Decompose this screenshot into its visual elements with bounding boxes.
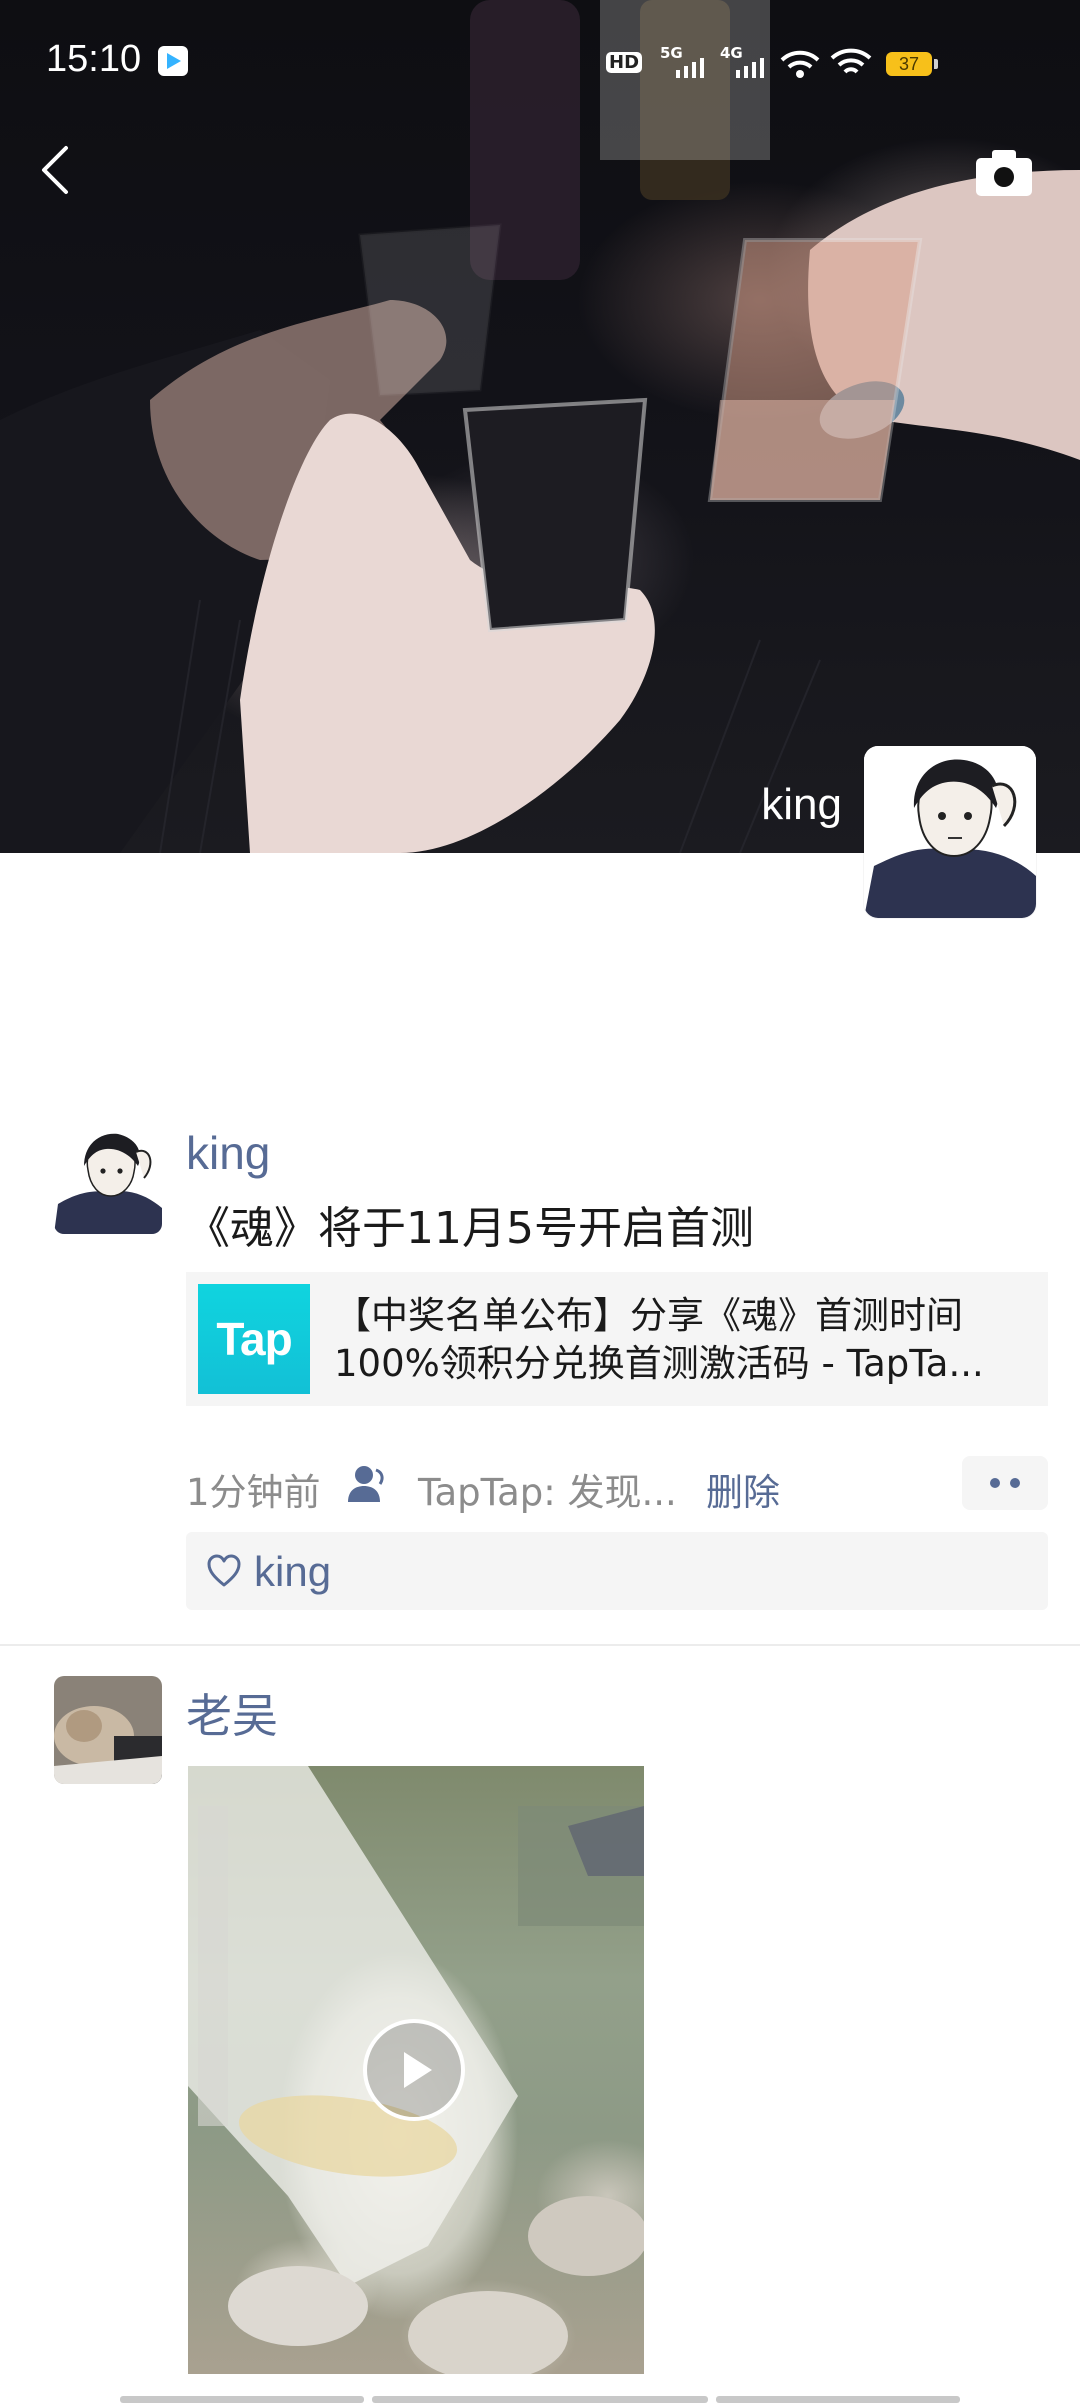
post-source-link[interactable]: TapTap: 发现... bbox=[418, 1462, 677, 1516]
likes-bar: king bbox=[186, 1532, 1048, 1610]
scroll-indicator-segment bbox=[120, 2396, 364, 2403]
scroll-indicator-segment bbox=[716, 2396, 960, 2403]
cover-username: king bbox=[761, 780, 842, 829]
post-text: 《魂》将于11月5号开启首测 bbox=[186, 1203, 754, 1254]
status-app-icon bbox=[158, 46, 188, 76]
heart-icon bbox=[207, 1554, 241, 1587]
hotspot-icon bbox=[780, 50, 820, 78]
signal-icon-sim2 bbox=[736, 58, 764, 78]
more-actions-button[interactable] bbox=[962, 1456, 1048, 1510]
wifi-icon bbox=[830, 48, 872, 74]
camera-button[interactable] bbox=[970, 142, 1040, 202]
more-dots-icon bbox=[1010, 1478, 1020, 1488]
signal-icon-sim1 bbox=[676, 58, 704, 78]
post-meta-row: 1分钟前 TapTap: 发现... 删除 bbox=[186, 1456, 1048, 1516]
shared-link-title-line1: 【中奖名单公布】分享《魂》首测时间 bbox=[334, 1294, 963, 1337]
avatar-illustration bbox=[864, 746, 1036, 918]
battery-indicator: 37 bbox=[886, 52, 938, 76]
post-avatar-king[interactable] bbox=[54, 1126, 162, 1234]
delete-post-button[interactable]: 删除 bbox=[706, 1462, 780, 1516]
post-username[interactable]: 老吴 bbox=[186, 1680, 278, 1746]
post-time: 1分钟前 bbox=[186, 1471, 321, 1514]
more-dots-icon bbox=[990, 1478, 1000, 1488]
taptap-logo: Tap bbox=[198, 1284, 310, 1394]
friends-visible-icon[interactable] bbox=[346, 1464, 390, 1504]
shared-link-title-line2: 100%领积分兑换首测激活码 - TapTa... bbox=[334, 1342, 984, 1385]
video-thumbnail[interactable] bbox=[188, 1766, 644, 2374]
like-username[interactable]: king bbox=[254, 1548, 331, 1596]
status-time: 15:10 bbox=[46, 38, 142, 80]
post-username[interactable]: king bbox=[186, 1126, 270, 1180]
post-avatar-laowu[interactable] bbox=[54, 1676, 162, 1784]
back-arrow-icon bbox=[42, 146, 68, 194]
status-bar: 15:10 HD 5G 4G 37 bbox=[0, 0, 1080, 124]
avatar-illustration bbox=[54, 1126, 162, 1234]
avatar-photo bbox=[54, 1676, 162, 1784]
feed-divider bbox=[0, 1644, 1080, 1646]
camera-icon bbox=[976, 150, 1032, 196]
cover-photo[interactable] bbox=[0, 0, 1080, 853]
scroll-indicator-segment bbox=[372, 2396, 708, 2403]
play-icon[interactable] bbox=[362, 2018, 466, 2122]
cover-photo-art bbox=[0, 0, 1080, 853]
profile-avatar[interactable] bbox=[864, 746, 1036, 918]
back-button[interactable] bbox=[28, 140, 88, 200]
hd-badge: HD bbox=[606, 52, 643, 73]
shared-link-title: 【中奖名单公布】分享《魂》首测时间 100%领积分兑换首测激活码 - TapTa… bbox=[334, 1292, 1034, 1388]
shared-link-card[interactable]: Tap 【中奖名单公布】分享《魂》首测时间 100%领积分兑换首测激活码 - T… bbox=[186, 1272, 1048, 1406]
